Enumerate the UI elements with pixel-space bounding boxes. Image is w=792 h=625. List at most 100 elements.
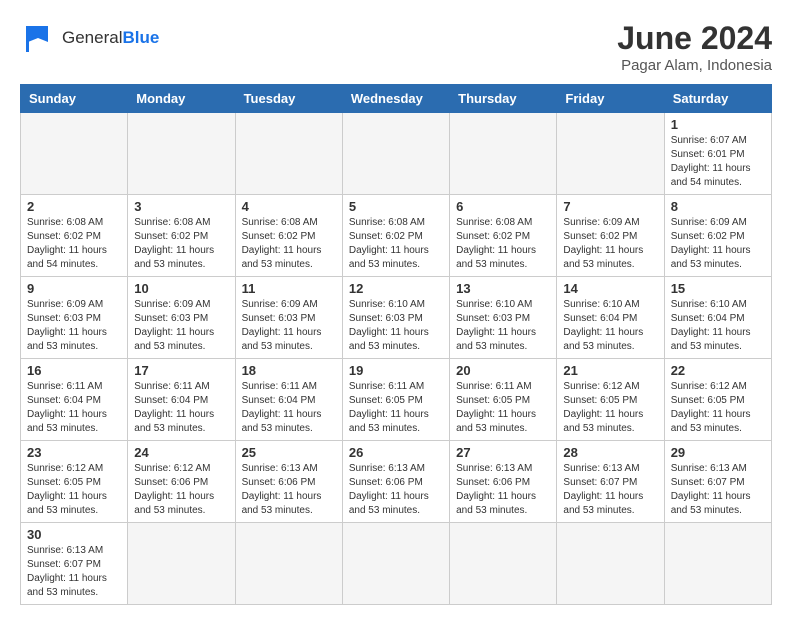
- day-info: Sunrise: 6:12 AMSunset: 6:05 PMDaylight:…: [671, 380, 765, 436]
- day-number: 26: [349, 445, 443, 460]
- day-info: Sunrise: 6:08 AMSunset: 6:02 PMDaylight:…: [242, 216, 336, 272]
- day-info: Sunrise: 6:09 AMSunset: 6:02 PMDaylight:…: [671, 216, 765, 272]
- day-info: Sunrise: 6:09 AMSunset: 6:03 PMDaylight:…: [27, 298, 121, 354]
- logo-general-text: General: [62, 28, 122, 47]
- calendar-day-cell: [450, 113, 557, 195]
- calendar-day-cell: 28 Sunrise: 6:13 AMSunset: 6:07 PMDayligh…: [557, 441, 664, 523]
- calendar-week-row: 1 Sunrise: 6:07 AMSunset: 6:01 PMDaylight…: [21, 113, 772, 195]
- day-info: Sunrise: 6:07 AMSunset: 6:01 PMDaylight:…: [671, 134, 765, 190]
- day-info: Sunrise: 6:12 AMSunset: 6:06 PMDaylight:…: [134, 462, 228, 518]
- day-number: 11: [242, 281, 336, 296]
- day-number: 10: [134, 281, 228, 296]
- calendar-week-row: 2 Sunrise: 6:08 AMSunset: 6:02 PMDaylight…: [21, 195, 772, 277]
- calendar-day-cell: 3Sunrise: 6:08 AMSunset: 6:02 PMDaylight…: [128, 195, 235, 277]
- day-number: 5: [349, 199, 443, 214]
- day-number: 19: [349, 363, 443, 378]
- calendar-day-cell: 1 Sunrise: 6:07 AMSunset: 6:01 PMDaylight…: [664, 113, 771, 195]
- day-info: Sunrise: 6:08 AMSunset: 6:02 PMDaylight:…: [456, 216, 550, 272]
- generalblue-logo-icon: [20, 20, 56, 56]
- day-number: 2: [27, 199, 121, 214]
- day-number: 1: [671, 117, 765, 132]
- calendar-day-cell: [450, 523, 557, 605]
- calendar-day-cell: 21 Sunrise: 6:12 AMSunset: 6:05 PMDayligh…: [557, 359, 664, 441]
- logo-text: GeneralBlue: [62, 29, 159, 48]
- day-info: Sunrise: 6:13 AMSunset: 6:06 PMDaylight:…: [456, 462, 550, 518]
- calendar-day-cell: [235, 523, 342, 605]
- calendar-day-cell: 13 Sunrise: 6:10 AMSunset: 6:03 PMDayligh…: [450, 277, 557, 359]
- day-number: 14: [563, 281, 657, 296]
- calendar-day-cell: 11Sunrise: 6:09 AMSunset: 6:03 PMDayligh…: [235, 277, 342, 359]
- title-block: June 2024 Pagar Alam, Indonesia: [617, 20, 772, 74]
- calendar-day-cell: [128, 113, 235, 195]
- day-info: Sunrise: 6:11 AMSunset: 6:05 PMDaylight:…: [456, 380, 550, 436]
- calendar-day-cell: 24Sunrise: 6:12 AMSunset: 6:06 PMDayligh…: [128, 441, 235, 523]
- day-number: 22: [671, 363, 765, 378]
- calendar-week-row: 16 Sunrise: 6:11 AMSunset: 6:04 PMDayligh…: [21, 359, 772, 441]
- day-number: 18: [242, 363, 336, 378]
- day-info: Sunrise: 6:11 AMSunset: 6:04 PMDaylight:…: [134, 380, 228, 436]
- weekday-header-tuesday: Tuesday: [235, 85, 342, 113]
- calendar-day-cell: 19 Sunrise: 6:11 AMSunset: 6:05 PMDayligh…: [342, 359, 449, 441]
- day-number: 16: [27, 363, 121, 378]
- day-number: 30: [27, 527, 121, 542]
- calendar-day-cell: 7 Sunrise: 6:09 AMSunset: 6:02 PMDaylight…: [557, 195, 664, 277]
- calendar-day-cell: 16 Sunrise: 6:11 AMSunset: 6:04 PMDayligh…: [21, 359, 128, 441]
- calendar-day-cell: 22 Sunrise: 6:12 AMSunset: 6:05 PMDayligh…: [664, 359, 771, 441]
- calendar-week-row: 23 Sunrise: 6:12 AMSunset: 6:05 PMDayligh…: [21, 441, 772, 523]
- day-info: Sunrise: 6:10 AMSunset: 6:03 PMDaylight:…: [456, 298, 550, 354]
- calendar-day-cell: [557, 113, 664, 195]
- day-number: 6: [456, 199, 550, 214]
- day-info: Sunrise: 6:10 AMSunset: 6:04 PMDaylight:…: [671, 298, 765, 354]
- calendar-day-cell: [235, 113, 342, 195]
- day-number: 29: [671, 445, 765, 460]
- calendar-day-cell: 15 Sunrise: 6:10 AMSunset: 6:04 PMDayligh…: [664, 277, 771, 359]
- day-info: Sunrise: 6:13 AMSunset: 6:06 PMDaylight:…: [349, 462, 443, 518]
- calendar-day-cell: 30 Sunrise: 6:13 AMSunset: 6:07 PMDayligh…: [21, 523, 128, 605]
- day-info: Sunrise: 6:11 AMSunset: 6:05 PMDaylight:…: [349, 380, 443, 436]
- calendar-day-cell: 2Sunrise: 6:08 AMSunset: 6:02 PMDaylight…: [21, 195, 128, 277]
- calendar-day-cell: 20 Sunrise: 6:11 AMSunset: 6:05 PMDayligh…: [450, 359, 557, 441]
- day-number: 20: [456, 363, 550, 378]
- day-info: Sunrise: 6:13 AMSunset: 6:07 PMDaylight:…: [563, 462, 657, 518]
- calendar-day-cell: 4 Sunrise: 6:08 AMSunset: 6:02 PMDaylight…: [235, 195, 342, 277]
- logo: GeneralBlue: [20, 20, 159, 56]
- weekday-header-wednesday: Wednesday: [342, 85, 449, 113]
- day-number: 12: [349, 281, 443, 296]
- calendar-day-cell: 17 Sunrise: 6:11 AMSunset: 6:04 PMDayligh…: [128, 359, 235, 441]
- day-info: Sunrise: 6:13 AMSunset: 6:07 PMDaylight:…: [27, 544, 121, 600]
- location-subtitle: Pagar Alam, Indonesia: [617, 57, 772, 74]
- day-number: 3: [134, 199, 228, 214]
- calendar-day-cell: 5 Sunrise: 6:08 AMSunset: 6:02 PMDaylight…: [342, 195, 449, 277]
- day-info: Sunrise: 6:12 AMSunset: 6:05 PMDaylight:…: [563, 380, 657, 436]
- day-number: 13: [456, 281, 550, 296]
- calendar-day-cell: [342, 113, 449, 195]
- day-number: 23: [27, 445, 121, 460]
- logo-blue-text: Blue: [122, 28, 159, 47]
- calendar-day-cell: 12 Sunrise: 6:10 AMSunset: 6:03 PMDayligh…: [342, 277, 449, 359]
- day-info: Sunrise: 6:11 AMSunset: 6:04 PMDaylight:…: [27, 380, 121, 436]
- day-info: Sunrise: 6:09 AMSunset: 6:02 PMDaylight:…: [563, 216, 657, 272]
- day-info: Sunrise: 6:13 AMSunset: 6:06 PMDaylight:…: [242, 462, 336, 518]
- weekday-header-row: SundayMondayTuesdayWednesdayThursdayFrid…: [21, 85, 772, 113]
- calendar-day-cell: [664, 523, 771, 605]
- calendar-day-cell: 14Sunrise: 6:10 AMSunset: 6:04 PMDayligh…: [557, 277, 664, 359]
- calendar-week-row: 30 Sunrise: 6:13 AMSunset: 6:07 PMDayligh…: [21, 523, 772, 605]
- day-info: Sunrise: 6:08 AMSunset: 6:02 PMDaylight:…: [349, 216, 443, 272]
- day-number: 15: [671, 281, 765, 296]
- day-number: 7: [563, 199, 657, 214]
- day-number: 9: [27, 281, 121, 296]
- calendar-table: SundayMondayTuesdayWednesdayThursdayFrid…: [20, 84, 772, 605]
- day-number: 21: [563, 363, 657, 378]
- day-number: 17: [134, 363, 228, 378]
- calendar-day-cell: 18Sunrise: 6:11 AMSunset: 6:04 PMDayligh…: [235, 359, 342, 441]
- day-info: Sunrise: 6:12 AMSunset: 6:05 PMDaylight:…: [27, 462, 121, 518]
- day-number: 28: [563, 445, 657, 460]
- day-number: 25: [242, 445, 336, 460]
- day-info: Sunrise: 6:09 AMSunset: 6:03 PMDaylight:…: [134, 298, 228, 354]
- calendar-day-cell: 10 Sunrise: 6:09 AMSunset: 6:03 PMDayligh…: [128, 277, 235, 359]
- day-info: Sunrise: 6:13 AMSunset: 6:07 PMDaylight:…: [671, 462, 765, 518]
- weekday-header-friday: Friday: [557, 85, 664, 113]
- calendar-day-cell: 23 Sunrise: 6:12 AMSunset: 6:05 PMDayligh…: [21, 441, 128, 523]
- day-number: 4: [242, 199, 336, 214]
- day-info: Sunrise: 6:10 AMSunset: 6:03 PMDaylight:…: [349, 298, 443, 354]
